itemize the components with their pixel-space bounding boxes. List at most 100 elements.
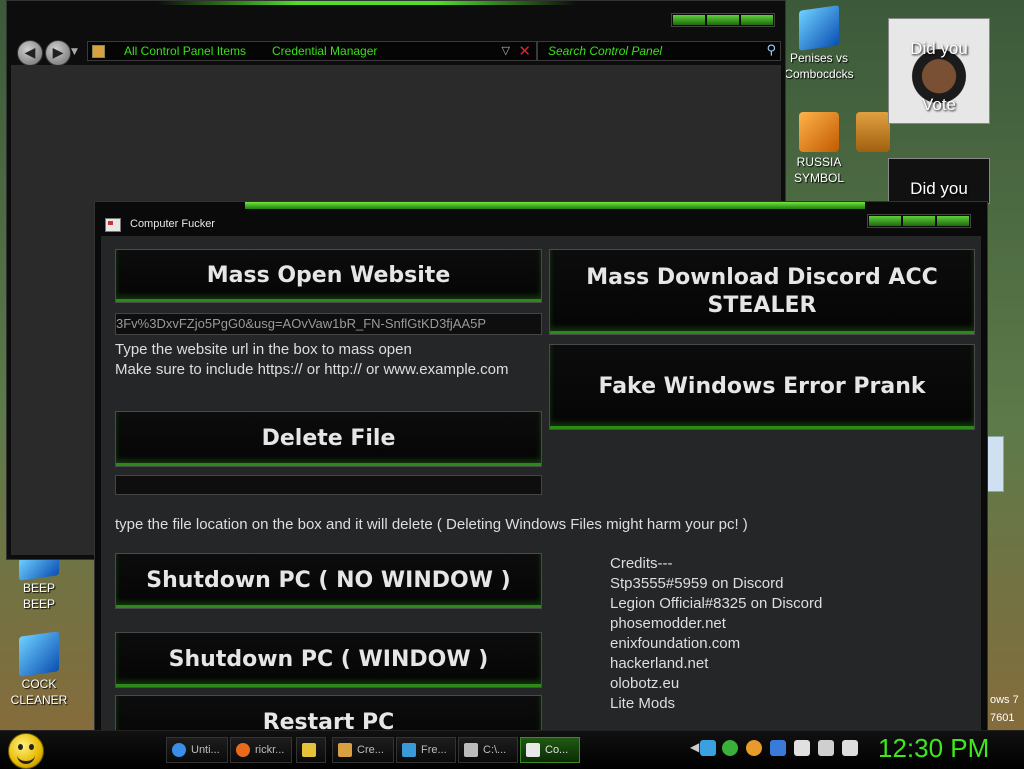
taskbar-item-label: Co... [545, 744, 569, 756]
website-url-input[interactable]: 3Fv%3DxvFZjo5PgG0&usg=AOvVaw1bR_FN-SnflG… [115, 313, 542, 335]
network-icon[interactable] [818, 740, 834, 756]
desktop-icon-label: Penises vs [789, 51, 849, 65]
desktop-icon-label: Combocdcks [784, 67, 854, 81]
taskbar-item-fre[interactable]: Fre... [396, 737, 456, 763]
shutdown-window-button[interactable]: Shutdown PC ( WINDOW ) [115, 632, 542, 688]
photo-gadget[interactable]: Did you Vote [888, 18, 990, 124]
file-help-text: type the file location on the box and it… [115, 516, 748, 533]
close-icon[interactable]: ✕ [518, 42, 531, 60]
chevron-down-icon[interactable]: ▽ [502, 44, 510, 57]
credits-line: Lite Mods [610, 695, 676, 712]
search-box[interactable]: Search Control Panel ⚲ [537, 41, 781, 61]
title-glow [245, 202, 865, 209]
taskbar-item-label: Cre... [357, 744, 384, 756]
desktop-partial-text: 7601 [990, 712, 1015, 724]
folder-icon [302, 743, 316, 757]
credits-line: Credits--- [610, 555, 673, 572]
gadget-caption: Did you [910, 179, 968, 198]
show-hidden-icons-arrow[interactable]: ◀ [690, 740, 699, 754]
desktop-icon-label: RUSSIA [796, 155, 842, 169]
credits-line: Stp3555#5959 on Discord [610, 575, 784, 592]
gadget-caption: Vote [921, 95, 957, 114]
taskbar-item-chrome[interactable]: Unti... [166, 737, 228, 763]
taskbar-clock[interactable]: 12:30 PM [878, 733, 989, 764]
taskbar-item-credential[interactable]: Cre... [332, 737, 394, 763]
window-controls[interactable] [671, 13, 775, 27]
credits-line: olobotz.eu [610, 675, 680, 692]
desktop-icon-cock-cleaner[interactable]: COCK CLEANER [4, 631, 74, 708]
action-center-flag-icon[interactable] [794, 740, 810, 756]
maximize-button[interactable] [903, 216, 935, 226]
mass-open-website-button[interactable]: Mass Open Website [115, 249, 542, 303]
mass-download-discord-button[interactable]: Mass Download Discord ACC STEALER [549, 249, 975, 335]
desktop-icon-partial[interactable] [856, 112, 890, 154]
shutdown-no-window-button[interactable]: Shutdown PC ( NO WINDOW ) [115, 553, 542, 609]
desktop-icon-label: CLEANER [10, 693, 68, 707]
maximize-button[interactable] [707, 15, 739, 25]
button-label: Mass Download Discord ACC [586, 265, 938, 290]
credits-line: Legion Official#8325 on Discord [610, 595, 823, 612]
minimize-button[interactable] [869, 216, 901, 226]
search-tray-icon[interactable] [746, 740, 762, 756]
app-client-area: Mass Open Website Mass Download Discord … [101, 236, 981, 735]
title-glow [157, 1, 577, 5]
restart-pc-button[interactable]: Restart PC [115, 695, 542, 735]
taskbar-item-label: Fre... [421, 744, 447, 756]
taskbar: Unti... rickr... Cre... Fre... C:\... Co… [0, 730, 1024, 769]
search-input[interactable]: Search Control Panel [548, 44, 662, 58]
desktop-icon-label: BEEP [22, 597, 55, 611]
minimize-button[interactable] [673, 15, 705, 25]
button-label: STEALER [707, 293, 817, 318]
forward-button[interactable]: ▶ [45, 40, 71, 66]
computer-fucker-window[interactable]: Computer Fucker Mass Open Website Mass D… [94, 201, 988, 736]
photo-gadget-2[interactable]: Did you [888, 158, 990, 204]
desktop-icon-label: BEEP [22, 581, 55, 595]
credits-line: enixfoundation.com [610, 635, 741, 652]
volume-icon[interactable] [842, 740, 858, 756]
console-icon [464, 743, 478, 757]
control-panel-icon [338, 743, 352, 757]
search-icon[interactable]: ⚲ [766, 43, 776, 58]
taskbar-item-explorer[interactable] [296, 737, 326, 763]
breadcrumb-credential-manager[interactable]: Credential Manager [272, 44, 377, 58]
taskbar-item-cmd[interactable]: C:\... [458, 737, 518, 763]
window-title: Computer Fucker [130, 218, 215, 230]
file-icon [799, 5, 839, 51]
file-location-input[interactable] [115, 475, 542, 495]
taskbar-item-firefox[interactable]: rickr... [230, 737, 292, 763]
desktop-partial-panel [986, 436, 1004, 492]
taskbar-item-label: C:\... [483, 744, 507, 756]
fake-windows-error-button[interactable]: Fake Windows Error Prank [549, 344, 975, 430]
chrome-icon [172, 743, 186, 757]
control-panel-icon [92, 45, 105, 58]
taskbar-item-computer-fucker[interactable]: Co... [520, 737, 580, 763]
credits-line: phosemodder.net [610, 615, 726, 632]
desktop-icon-penises[interactable]: Penises vs Combocdcks [784, 5, 854, 82]
back-button[interactable]: ◀ [17, 40, 43, 66]
close-button[interactable] [741, 15, 773, 25]
address-bar[interactable]: All Control Panel Items Credential Manag… [87, 41, 537, 61]
taskbar-item-label: rickr... [255, 744, 285, 756]
history-dropdown-icon[interactable]: ▼ [71, 47, 78, 57]
network-share-icon[interactable] [700, 740, 716, 756]
desktop-icon-beep[interactable]: BEEP BEEP [4, 553, 74, 612]
desktop-icon-label: SYMBOL [793, 171, 844, 185]
update-icon[interactable] [722, 740, 738, 756]
gadget-caption: Did you [910, 39, 968, 58]
url-help-line-2: Make sure to include https:// or http://… [115, 361, 509, 378]
desktop-partial-text: ows 7 [990, 694, 1019, 706]
delete-file-button[interactable]: Delete File [115, 411, 542, 467]
desktop-icon-russia-symbol[interactable]: RUSSIA SYMBOL [784, 112, 854, 186]
taskbar-item-label: Unti... [191, 744, 220, 756]
app-icon [526, 743, 540, 757]
close-button[interactable] [937, 216, 969, 226]
app-icon [105, 218, 121, 232]
window-controls[interactable] [867, 214, 971, 228]
title-bar[interactable]: Computer Fucker [95, 210, 987, 238]
breadcrumb-all-items[interactable]: All Control Panel Items [124, 44, 246, 58]
briefcase-icon [856, 112, 890, 152]
start-button[interactable] [8, 733, 44, 769]
app-icon [799, 112, 839, 152]
antivirus-icon[interactable] [770, 740, 786, 756]
credits-list: Credits--- Stp3555#5959 on Discord Legio… [610, 554, 822, 714]
